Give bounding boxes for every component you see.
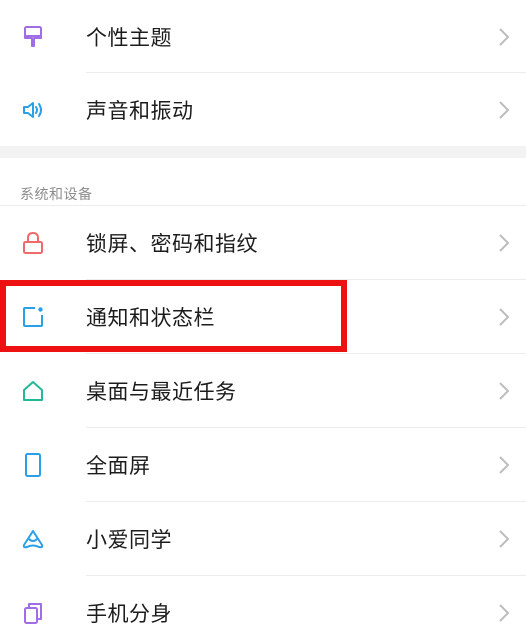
- settings-item-fullscreen[interactable]: 全面屏: [0, 428, 526, 501]
- settings-item-label: 个性主题: [86, 25, 172, 50]
- chevron-right-icon: [496, 306, 512, 328]
- notification-icon: [20, 304, 46, 330]
- settings-item-sound[interactable]: 声音和振动: [0, 73, 526, 146]
- section-header-label: 系统和设备: [20, 187, 93, 203]
- chevron-right-icon: [496, 232, 512, 254]
- settings-item-label: 桌面与最近任务: [86, 379, 237, 404]
- settings-item-label: 声音和振动: [86, 98, 194, 123]
- settings-item-label: 全面屏: [86, 453, 151, 478]
- theme-brush-icon: [20, 24, 46, 50]
- dual-phone-icon: [20, 600, 46, 624]
- lock-icon: [20, 230, 46, 256]
- settings-item-desktop[interactable]: 桌面与最近任务: [0, 354, 526, 427]
- settings-item-theme[interactable]: 个性主题: [0, 0, 526, 73]
- chevron-right-icon: [496, 602, 512, 624]
- chevron-right-icon: [496, 380, 512, 402]
- settings-item-dual-phone[interactable]: 手机分身: [0, 576, 526, 624]
- settings-item-lockscreen[interactable]: 锁屏、密码和指纹: [0, 206, 526, 279]
- settings-item-label: 小爱同学: [86, 527, 172, 552]
- settings-item-notifications[interactable]: 通知和状态栏: [0, 280, 526, 353]
- settings-item-xiaoai[interactable]: 小爱同学: [0, 502, 526, 575]
- xiaoai-icon: [20, 526, 46, 552]
- speaker-icon: [20, 97, 46, 123]
- chevron-right-icon: [496, 99, 512, 121]
- section-gap: [0, 146, 526, 158]
- chevron-right-icon: [496, 528, 512, 550]
- settings-item-label: 手机分身: [86, 601, 172, 624]
- home-icon: [20, 378, 46, 404]
- phone-screen-icon: [20, 452, 46, 478]
- chevron-right-icon: [496, 26, 512, 48]
- settings-item-label: 通知和状态栏: [86, 305, 215, 330]
- settings-item-label: 锁屏、密码和指纹: [86, 231, 258, 256]
- chevron-right-icon: [496, 454, 512, 476]
